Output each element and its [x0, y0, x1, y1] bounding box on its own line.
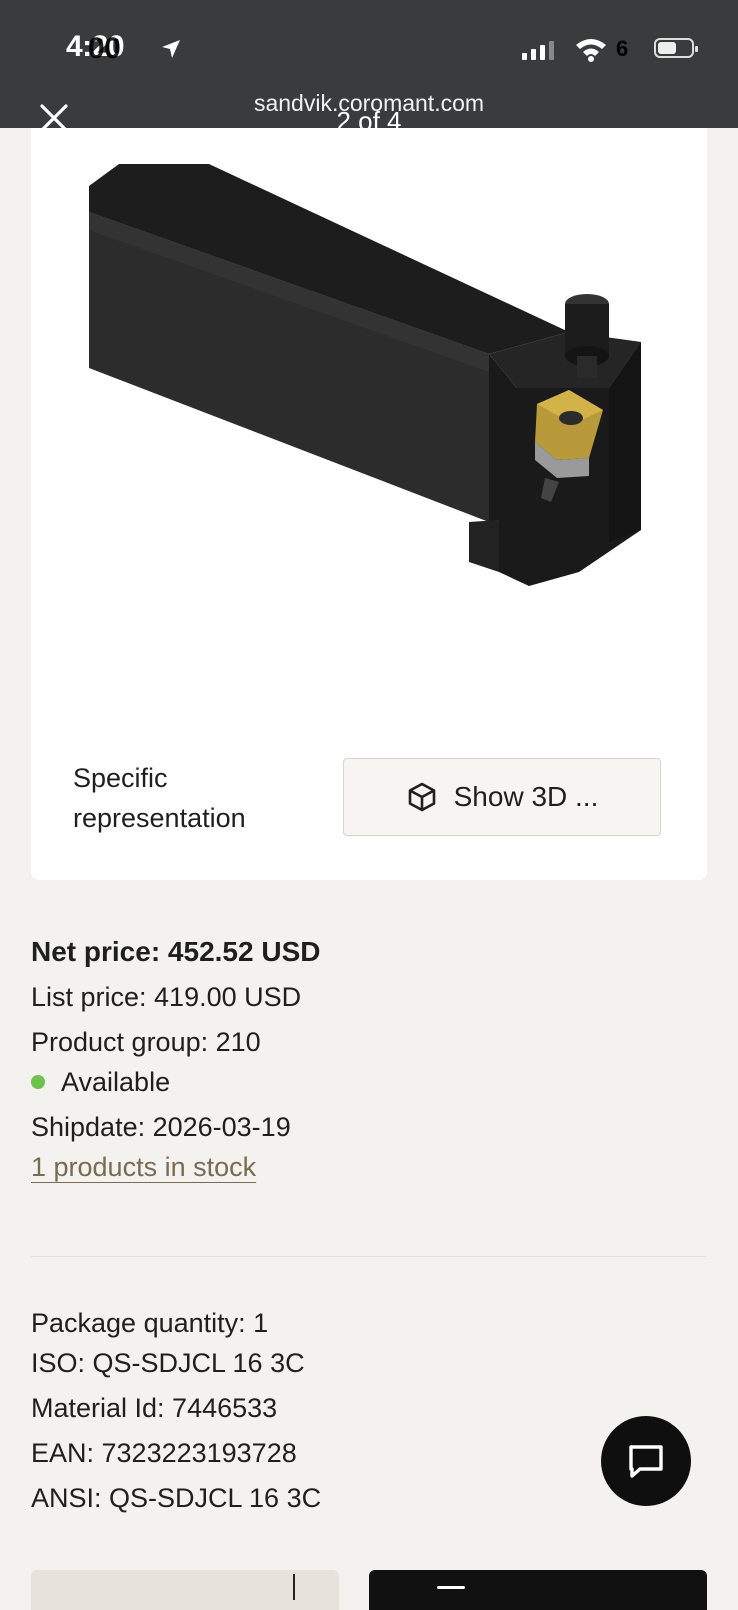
- wifi-icon: [576, 39, 606, 62]
- status-time: 4:20 00: [66, 30, 125, 65]
- cart-icon: [437, 1586, 465, 1589]
- cube-icon: [408, 782, 435, 812]
- ansi-code: ANSI: QS-SDJCL 16 3C: [31, 1483, 322, 1513]
- list-price: List price: 419.00 USD: [31, 982, 302, 1012]
- top-bar: 4:20 00 6 sandvik.coromant.com 2 of 4: [0, 0, 738, 136]
- section-divider: [31, 1256, 707, 1257]
- chat-button[interactable]: [601, 1416, 691, 1506]
- cellular-signal-icon: [522, 38, 554, 60]
- add-to-cart-button[interactable]: [369, 1570, 707, 1610]
- product-card: Specific representation Show 3D ...: [31, 128, 707, 880]
- representation-label: Specific representation: [73, 763, 246, 833]
- stock-link[interactable]: 1 products in stock: [31, 1152, 256, 1183]
- plus-icon: [293, 1574, 295, 1600]
- iso-code: ISO: QS-SDJCL 16 3C: [31, 1348, 305, 1378]
- availability-label: Available: [61, 1067, 171, 1097]
- add-to-list-button[interactable]: [31, 1570, 339, 1610]
- net-price: Net price: 452.52 USD: [31, 936, 321, 967]
- product-group: Product group: 210: [31, 1027, 261, 1057]
- product-image: [89, 164, 641, 586]
- show-3d-button[interactable]: Show 3D ...: [343, 758, 661, 836]
- material-id: Material Id: 7446533: [31, 1393, 278, 1423]
- ean-code: EAN: 7323223193728: [31, 1438, 297, 1468]
- chat-icon: [629, 1445, 663, 1478]
- status-badge: 6: [616, 36, 629, 61]
- availability-status: Available: [31, 1067, 170, 1098]
- status-time-overlay: 00: [88, 32, 121, 65]
- battery-icon: [654, 38, 698, 58]
- show-3d-label: Show 3D ...: [453, 781, 599, 812]
- availability-dot-icon: [31, 1074, 45, 1089]
- location-arrow-icon: [162, 40, 180, 58]
- package-quantity: Package quantity: 1: [31, 1308, 269, 1338]
- shipdate: Shipdate: 2026-03-19: [31, 1112, 291, 1142]
